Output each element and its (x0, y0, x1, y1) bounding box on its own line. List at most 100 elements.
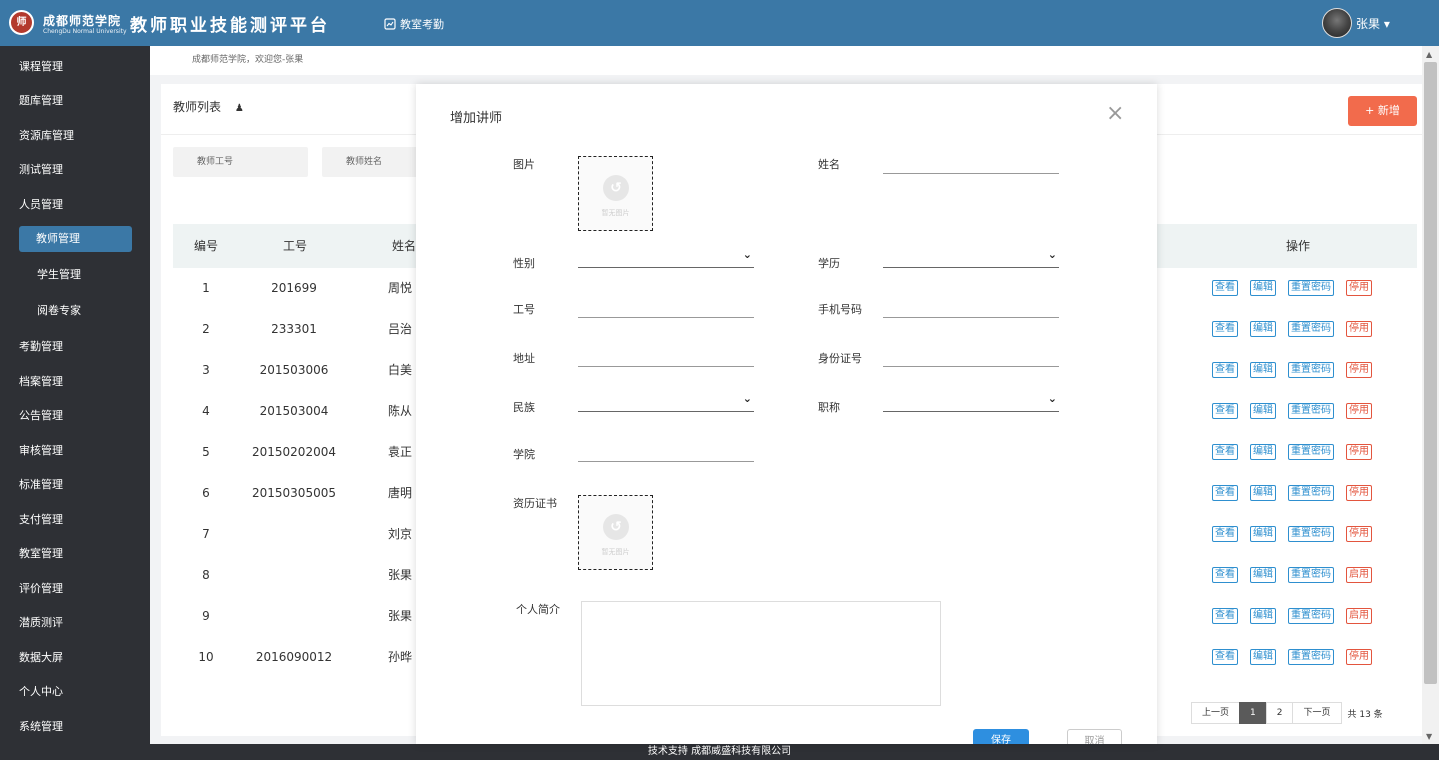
edit-button[interactable]: 编辑 (1250, 403, 1276, 419)
add-teacher-button[interactable]: + 新增 (1348, 96, 1417, 126)
view-button[interactable]: 查看 (1212, 567, 1238, 583)
sidebar-item-attendance[interactable]: 考勤管理 (19, 337, 63, 357)
sidebar-item-potential[interactable]: 潜质测评 (19, 613, 63, 633)
reset-password-button[interactable]: 重置密码 (1288, 403, 1334, 419)
reset-password-button[interactable]: 重置密码 (1288, 444, 1334, 460)
dialog-title: 增加讲师 (450, 111, 503, 126)
chevron-down-icon: ⌄ (1047, 392, 1057, 405)
view-button[interactable]: 查看 (1212, 444, 1238, 460)
edit-button[interactable]: 编辑 (1250, 444, 1276, 460)
college-input[interactable] (578, 441, 754, 462)
gender-select[interactable]: ⌄ (578, 247, 754, 268)
toggle-status-button[interactable]: 停用 (1346, 362, 1372, 378)
photo-upload[interactable]: ↺ 暂无图片 (578, 156, 653, 231)
edit-button[interactable]: 编辑 (1250, 567, 1276, 583)
view-button[interactable]: 查看 (1212, 485, 1238, 501)
bio-textarea[interactable] (581, 601, 941, 706)
reset-password-button[interactable]: 重置密码 (1288, 321, 1334, 337)
ethnicity-select[interactable]: ⌄ (578, 391, 754, 412)
sidebar-item-archives[interactable]: 档案管理 (19, 372, 63, 392)
scrollbar-thumb[interactable] (1424, 62, 1437, 684)
toggle-status-button[interactable]: 停用 (1346, 649, 1372, 665)
user-icon: ♟ (234, 103, 244, 114)
edit-button[interactable]: 编辑 (1250, 526, 1276, 542)
sidebar-item-payment[interactable]: 支付管理 (19, 510, 63, 530)
sidebar-item-question-bank[interactable]: 题库管理 (19, 91, 63, 111)
edit-button[interactable]: 编辑 (1250, 362, 1276, 378)
sidebar-item-profile[interactable]: 个人中心 (19, 682, 63, 702)
view-button[interactable]: 查看 (1212, 321, 1238, 337)
reset-password-button[interactable]: 重置密码 (1288, 280, 1334, 296)
reset-password-button[interactable]: 重置密码 (1288, 649, 1334, 665)
reset-password-button[interactable]: 重置密码 (1288, 362, 1334, 378)
toggle-status-button[interactable]: 停用 (1346, 526, 1372, 542)
phone-input[interactable] (883, 297, 1059, 318)
row-actions: 查看 编辑 重置密码 停用 (1212, 485, 1372, 501)
user-menu[interactable]: 张果 ▾ (1322, 8, 1390, 38)
sidebar-item-teachers[interactable]: 教师管理 (19, 226, 132, 252)
footer: 技术支持 成都威盛科技有限公司 (0, 744, 1439, 760)
education-select[interactable]: ⌄ (883, 247, 1059, 268)
sidebar-item-classrooms[interactable]: 教室管理 (19, 544, 63, 564)
page-2-button[interactable]: 2 (1265, 702, 1294, 724)
sidebar-item-grading-experts[interactable]: 阅卷专家 (37, 301, 81, 321)
close-icon[interactable]: × (1106, 101, 1124, 126)
scroll-up-icon[interactable]: ▲ (1426, 50, 1432, 59)
edit-button[interactable]: 编辑 (1250, 608, 1276, 624)
edit-button[interactable]: 编辑 (1250, 649, 1276, 665)
sidebar-item-students[interactable]: 学生管理 (37, 265, 81, 285)
title-select[interactable]: ⌄ (883, 391, 1059, 412)
edit-button[interactable]: 编辑 (1250, 321, 1276, 337)
next-page-button[interactable]: 下一页 (1292, 702, 1342, 724)
toggle-status-button[interactable]: 停用 (1346, 321, 1372, 337)
view-button[interactable]: 查看 (1212, 403, 1238, 419)
toggle-status-button[interactable]: 停用 (1346, 280, 1372, 296)
teacher-no-filter[interactable]: 教师工号 (173, 147, 308, 177)
view-button[interactable]: 查看 (1212, 280, 1238, 296)
prev-page-button[interactable]: 上一页 (1191, 702, 1241, 724)
view-button[interactable]: 查看 (1212, 649, 1238, 665)
row-actions: 查看 编辑 重置密码 停用 (1212, 649, 1372, 665)
sidebar-item-standards[interactable]: 标准管理 (19, 475, 63, 495)
sidebar-item-resources[interactable]: 资源库管理 (19, 126, 74, 146)
scroll-down-icon[interactable]: ▼ (1426, 732, 1432, 741)
certificate-upload[interactable]: ↺ 暂无图片 (578, 495, 653, 570)
view-button[interactable]: 查看 (1212, 362, 1238, 378)
job-no-input[interactable] (578, 297, 754, 318)
col-job-no: 工号 (283, 239, 308, 253)
toggle-status-button[interactable]: 停用 (1346, 403, 1372, 419)
reset-password-button[interactable]: 重置密码 (1288, 567, 1334, 583)
toggle-status-button[interactable]: 停用 (1346, 485, 1372, 501)
sidebar-item-dashboard[interactable]: 数据大屏 (19, 648, 63, 668)
cancel-button[interactable]: 取消 (1067, 729, 1122, 744)
sidebar-item-personnel[interactable]: 人员管理 (19, 195, 63, 215)
sidebar-item-system[interactable]: 系统管理 (19, 717, 63, 737)
toggle-status-button[interactable]: 启用 (1346, 567, 1372, 583)
name-input[interactable] (883, 153, 1059, 174)
toggle-status-button[interactable]: 停用 (1346, 444, 1372, 460)
user-name[interactable]: 张果 ▾ (1356, 15, 1390, 32)
address-input[interactable] (578, 346, 754, 367)
toggle-status-button[interactable]: 启用 (1346, 608, 1372, 624)
avatar[interactable] (1322, 8, 1352, 38)
sidebar-item-review[interactable]: 审核管理 (19, 441, 63, 461)
image-placeholder-icon: ↺ (603, 175, 629, 201)
id-card-input[interactable] (883, 346, 1059, 367)
sidebar-item-course[interactable]: 课程管理 (19, 57, 63, 77)
reset-password-button[interactable]: 重置密码 (1288, 526, 1334, 542)
save-button[interactable]: 保存 (973, 729, 1029, 744)
gender-label: 性别 (513, 257, 535, 270)
reset-password-button[interactable]: 重置密码 (1288, 485, 1334, 501)
classroom-attendance-link[interactable]: 教室考勤 (384, 16, 444, 32)
sidebar-item-announcements[interactable]: 公告管理 (19, 406, 63, 426)
view-button[interactable]: 查看 (1212, 608, 1238, 624)
sidebar-item-tests[interactable]: 测试管理 (19, 160, 63, 180)
upload-hint: 暂无图片 (601, 209, 630, 217)
view-button[interactable]: 查看 (1212, 526, 1238, 542)
certificate-label: 资历证书 (513, 497, 557, 510)
reset-password-button[interactable]: 重置密码 (1288, 608, 1334, 624)
edit-button[interactable]: 编辑 (1250, 280, 1276, 296)
page-1-button[interactable]: 1 (1239, 702, 1267, 724)
sidebar-item-evaluation[interactable]: 评价管理 (19, 579, 63, 599)
edit-button[interactable]: 编辑 (1250, 485, 1276, 501)
